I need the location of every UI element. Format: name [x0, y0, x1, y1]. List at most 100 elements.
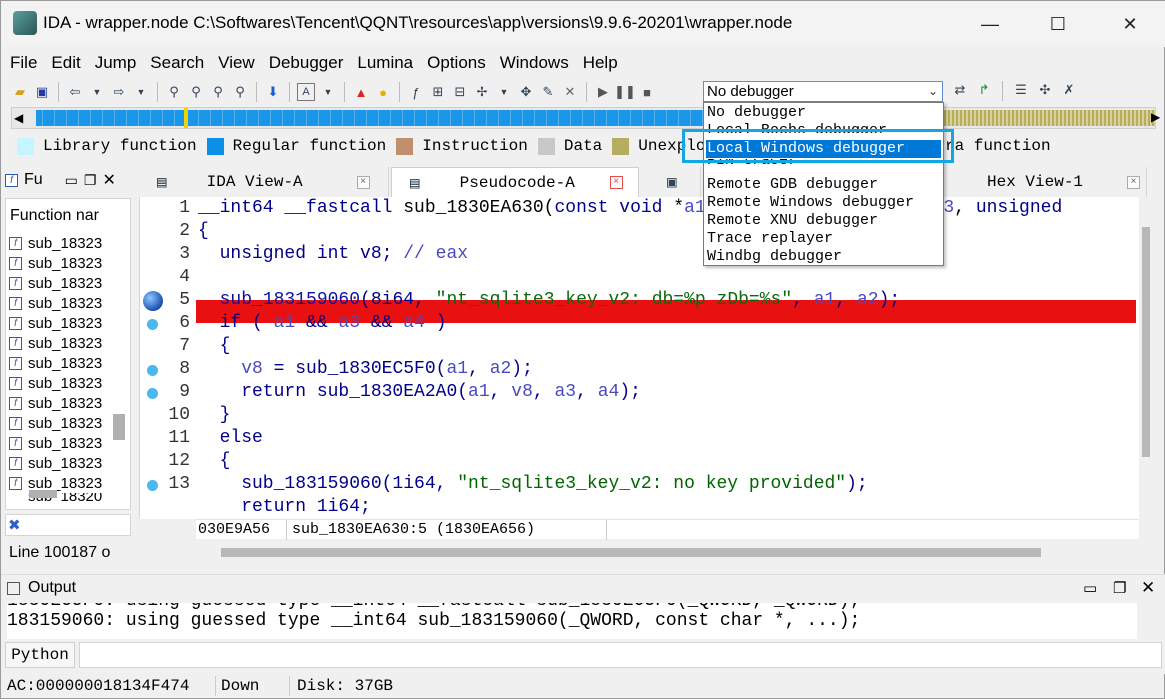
back-arrow-icon[interactable]: ⇦: [66, 83, 84, 101]
window-title: IDA - wrapper.node C:\Softwares\Tencent\…: [43, 13, 793, 32]
nav-right-arrow-icon[interactable]: ▶: [1151, 110, 1160, 124]
stop-icon[interactable]: ■: [638, 83, 656, 101]
forward-arrow-icon[interactable]: ⇨: [110, 83, 128, 101]
attach-icon[interactable]: ⇄: [951, 81, 969, 99]
chevron-down-icon[interactable]: ▼: [132, 83, 150, 101]
code-hscrollbar[interactable]: [197, 543, 1137, 561]
functions-scrollbar-thumb[interactable]: [113, 414, 125, 440]
function-icon: f: [9, 316, 22, 330]
menu-search[interactable]: Search: [141, 53, 209, 73]
panel-restore-icon[interactable]: ❐: [84, 172, 97, 189]
function-row[interactable]: f sub_18323: [6, 453, 130, 473]
python-button[interactable]: Python: [5, 642, 75, 668]
menu-view[interactable]: View: [209, 53, 260, 73]
panel-close-icon[interactable]: ✕: [1141, 578, 1155, 598]
menu-options[interactable]: Options: [418, 53, 491, 73]
tab-pseudocode-a[interactable]: ▤ Pseudocode-A ×: [391, 167, 639, 197]
tab-hidden[interactable]: ▣: [641, 167, 701, 197]
patch-icon[interactable]: ✥: [517, 83, 535, 101]
dropdown-item-remote-xnu[interactable]: Remote XNU debugger: [706, 212, 941, 230]
function-row[interactable]: f sub_18323: [6, 273, 130, 293]
menu-file[interactable]: File: [1, 53, 42, 73]
menu-lumina[interactable]: Lumina: [348, 53, 418, 73]
column-header-function-name[interactable]: Function nar: [6, 199, 130, 233]
open-folder-icon[interactable]: ▰: [11, 83, 29, 101]
binoculars-text-icon[interactable]: ⚲: [187, 83, 205, 101]
code-vscroll-thumb[interactable]: [1142, 227, 1150, 457]
chevron-down-icon[interactable]: ▼: [88, 83, 106, 101]
dropdown-item-remote-gdb[interactable]: Remote GDB debugger: [706, 176, 941, 194]
code-vscrollbar[interactable]: [1139, 197, 1155, 542]
debugger-select[interactable]: No debugger ⌄: [703, 81, 943, 102]
lightbulb-icon[interactable]: ●: [374, 83, 392, 101]
panel-close-icon[interactable]: ✕: [102, 170, 115, 190]
function-row[interactable]: f sub_18323: [6, 333, 130, 353]
tab-close-icon[interactable]: ×: [1127, 175, 1140, 189]
xref-icon[interactable]: ✢: [473, 83, 491, 101]
dropdown-item-no-debugger[interactable]: No debugger: [706, 104, 941, 122]
enum-icon[interactable]: ⊟: [451, 83, 469, 101]
function-row[interactable]: f sub_18323: [6, 473, 130, 493]
dropdown-item-remote-windows[interactable]: Remote Windows debugger: [706, 194, 941, 212]
function-icon[interactable]: ƒ: [407, 83, 425, 101]
tab-close-icon[interactable]: ×: [356, 175, 370, 189]
panel-restore-icon[interactable]: ❐: [1113, 579, 1126, 597]
search-next-icon[interactable]: ⚲: [231, 83, 249, 101]
breakpoint-dot-icon[interactable]: [147, 388, 158, 399]
list-icon[interactable]: ☰: [1012, 81, 1030, 99]
function-row[interactable]: f sub_18323: [6, 313, 130, 333]
menu-help[interactable]: Help: [574, 53, 623, 73]
breakpoint-dot-icon[interactable]: [147, 319, 158, 330]
jump-down-icon[interactable]: ⬇: [264, 83, 282, 101]
pause-icon[interactable]: ❚❚: [614, 83, 636, 101]
maximize-button[interactable]: ☐: [1035, 9, 1081, 39]
tools-icon[interactable]: ✗: [1060, 81, 1078, 99]
function-row[interactable]: f sub_18323: [6, 293, 130, 313]
warning-icon[interactable]: ▲: [352, 83, 370, 101]
function-row[interactable]: f sub_18323: [6, 253, 130, 273]
menu-debugger[interactable]: Debugger: [260, 53, 349, 73]
function-row[interactable]: f sub_18323: [6, 393, 130, 413]
menu-windows[interactable]: Windows: [491, 53, 574, 73]
text-format-icon[interactable]: A: [297, 83, 315, 101]
panel-maximize-icon[interactable]: ▭: [1083, 579, 1097, 597]
tab-hex-view-1[interactable]: Hex View-1 ×: [951, 167, 1147, 197]
binoculars-bytes-icon[interactable]: ⚲: [209, 83, 227, 101]
navigation-band[interactable]: ◀: [11, 107, 1156, 129]
function-row[interactable]: f sub_18323: [6, 413, 130, 433]
dropdown-item-windbg[interactable]: Windbg debugger: [706, 248, 941, 266]
code-hscroll-thumb[interactable]: [221, 548, 1041, 557]
chevron-down-icon[interactable]: ▼: [319, 83, 337, 101]
step-icon[interactable]: ↱: [975, 81, 993, 99]
delete-icon[interactable]: ✕: [561, 83, 579, 101]
tab-ida-view-a[interactable]: ▤ IDA View-A ×: [139, 167, 389, 197]
minimize-button[interactable]: —: [967, 9, 1013, 39]
chevron-down-icon[interactable]: ▼: [495, 83, 513, 101]
functions-filter[interactable]: ✖: [5, 514, 131, 536]
function-row[interactable]: f sub_18323: [6, 433, 130, 453]
function-row[interactable]: f sub_18323: [6, 353, 130, 373]
function-row-partial[interactable]: sub_18320: [6, 493, 130, 501]
breakpoint-dot-icon[interactable]: [147, 365, 158, 376]
nav-left-arrow-icon[interactable]: ◀: [14, 111, 23, 125]
dropdown-item-trace-replayer[interactable]: Trace replayer: [706, 230, 941, 248]
breakpoint-dot-icon[interactable]: [147, 480, 158, 491]
output-log[interactable]: 1830EC5F0: using guessed type __int64 __…: [7, 603, 1137, 639]
menu-edit[interactable]: Edit: [42, 53, 85, 73]
menu-jump[interactable]: Jump: [86, 53, 142, 73]
puzzle-icon[interactable]: ✣: [1036, 81, 1054, 99]
binoculars-icon[interactable]: ⚲: [165, 83, 183, 101]
panel-maximize-icon[interactable]: ▭: [65, 172, 78, 189]
tab-close-icon[interactable]: ×: [609, 176, 623, 189]
edit-icon[interactable]: ✎: [539, 83, 557, 101]
python-command-input[interactable]: [79, 642, 1162, 668]
save-icon[interactable]: ▣: [33, 83, 51, 101]
play-icon[interactable]: ▶: [594, 83, 612, 101]
struct-icon[interactable]: ⊞: [429, 83, 447, 101]
functions-hscroll-thumb[interactable]: [29, 490, 57, 498]
pseudocode-view[interactable]: 1 __int64 __fastcall sub_1830EA630(const …: [139, 197, 1149, 519]
function-row[interactable]: f sub_18323: [6, 373, 130, 393]
close-button[interactable]: ✕: [1107, 9, 1153, 39]
filter-clear-icon[interactable]: ✖: [8, 516, 21, 534]
function-row[interactable]: f sub_18323: [6, 233, 130, 253]
